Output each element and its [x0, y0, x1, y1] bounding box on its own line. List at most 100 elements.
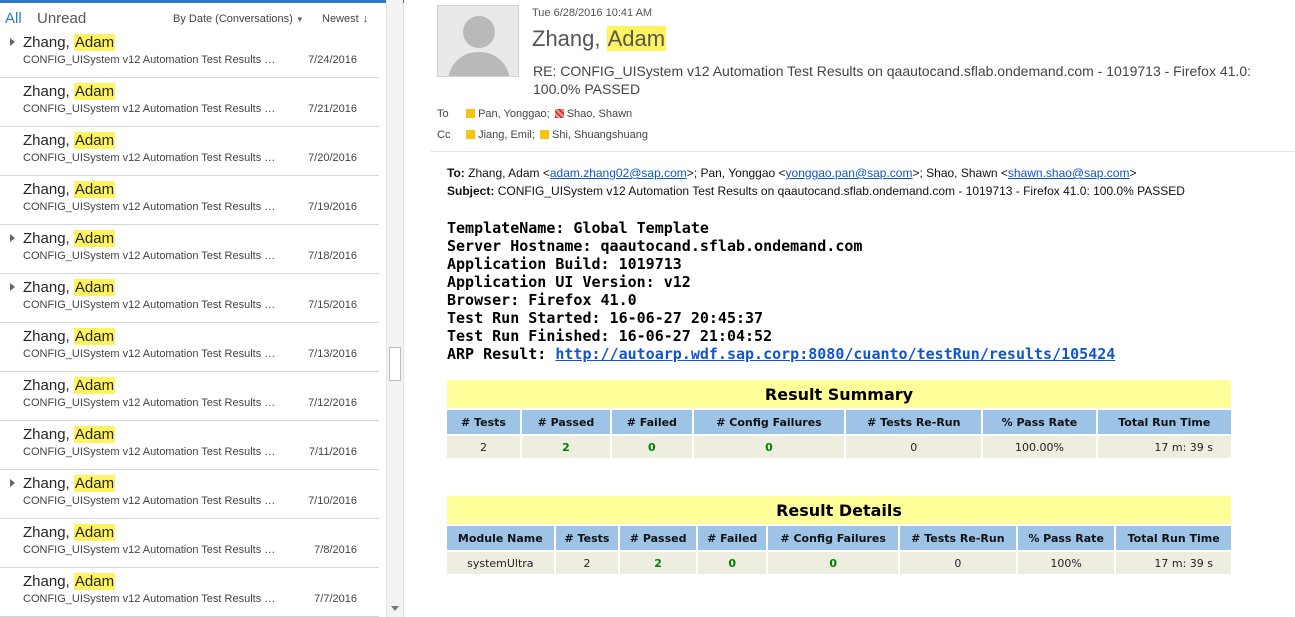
quoted-subject-label: Subject:	[447, 184, 495, 198]
mail-sender: Zhang, Adam	[23, 328, 116, 345]
message-from[interactable]: Zhang, Adam	[532, 26, 667, 52]
recipient[interactable]: Jiang, Emil;	[466, 129, 535, 141]
mail-date: 7/12/2016	[308, 397, 357, 409]
mail-subject: CONFIG_UISystem v12 Automation Test Resu…	[23, 446, 281, 458]
scrollbar-thumb[interactable]	[389, 347, 401, 381]
mail-sender: Zhang, Adam	[23, 524, 116, 541]
info-template: TemplateName: Global Template	[447, 219, 709, 237]
email-link[interactable]: shawn.shao@sap.com	[1008, 166, 1130, 180]
scroll-down-arrow-icon[interactable]	[391, 606, 399, 611]
sort-order-toggle[interactable]: Newest ↓	[322, 13, 368, 25]
recipient-name: Jiang, Emil;	[478, 129, 535, 141]
sort-by-label: By Date (Conversations)	[173, 13, 293, 25]
mail-date: 7/19/2016	[308, 201, 357, 213]
quoted-to-text: >; Pan, Yonggao <	[686, 166, 786, 180]
mail-sender: Zhang, Adam	[23, 132, 116, 149]
mail-subject: CONFIG_UISystem v12 Automation Test Resu…	[23, 250, 281, 262]
mail-sender: Zhang, Adam	[23, 83, 116, 100]
mail-subject: CONFIG_UISystem v12 Automation Test Resu…	[23, 299, 281, 311]
mail-list-item[interactable]: Zhang, Adam CONFIG_UISystem v12 Automati…	[0, 470, 379, 519]
mail-date: 7/8/2016	[314, 544, 357, 556]
cell-config-failures: 0	[768, 552, 898, 574]
from-name: Zhang,	[532, 26, 607, 51]
presence-icon	[466, 130, 476, 139]
mail-list-item[interactable]: Zhang, Adam CONFIG_UISystem v12 Automati…	[0, 568, 379, 617]
info-build: Application Build: 1019713	[447, 255, 682, 273]
sender-highlight: Adam	[73, 230, 116, 247]
mail-list-item[interactable]: Zhang, Adam CONFIG_UISystem v12 Automati…	[0, 372, 379, 421]
to-label: To	[437, 108, 449, 120]
quoted-to-label: To:	[447, 166, 465, 180]
sender-name: Zhang,	[23, 426, 74, 443]
mail-sender: Zhang, Adam	[23, 426, 116, 443]
info-ui-version: Application UI Version: v12	[447, 273, 691, 291]
column-header: % Pass Rate	[1017, 526, 1115, 550]
mail-subject: CONFIG_UISystem v12 Automation Test Resu…	[23, 397, 281, 409]
mail-list-item[interactable]: Zhang, Adam CONFIG_UISystem v12 Automati…	[0, 78, 379, 127]
column-header: # Passed	[521, 410, 610, 434]
mail-subject: CONFIG_UISystem v12 Automation Test Resu…	[23, 544, 281, 556]
list-filter-bar: All Unread By Date (Conversations) ▼ Newe…	[0, 8, 385, 30]
quoted-to-line: To: Zhang, Adam <adam.zhang02@sap.com>; …	[447, 166, 1136, 180]
filter-all-tab[interactable]: All	[5, 10, 22, 27]
sender-highlight: Adam	[73, 34, 116, 51]
mail-sender: Zhang, Adam	[23, 573, 116, 590]
header-divider	[431, 151, 1295, 152]
recipient[interactable]: Shao, Shawn	[554, 108, 632, 120]
sender-name: Zhang,	[23, 34, 74, 51]
arp-result-link[interactable]: http://autoarp.wdf.sap.corp:8080/cuanto/…	[555, 345, 1115, 363]
column-header: # Failed	[697, 526, 767, 550]
list-scrollbar[interactable]	[386, 0, 403, 617]
presence-icon	[466, 109, 476, 118]
summary-title: Result Summary	[447, 380, 1231, 408]
list-accent-line	[0, 0, 404, 3]
quoted-subject-text: CONFIG_UISystem v12 Automation Test Resu…	[497, 184, 1185, 198]
sender-avatar	[437, 5, 519, 77]
mail-date: 7/24/2016	[308, 54, 357, 66]
recipient-name: Pan, Yonggao;	[478, 108, 550, 120]
expand-conversation-icon[interactable]	[10, 283, 15, 291]
sender-name: Zhang,	[23, 328, 74, 345]
summary-header-row: # Tests # Passed # Failed # Config Failu…	[447, 410, 1231, 434]
cell-passed: 2	[521, 436, 610, 458]
sender-highlight: Adam	[73, 279, 116, 296]
mail-list-item[interactable]: Zhang, Adam CONFIG_UISystem v12 Automati…	[0, 421, 379, 470]
to-recipients-row: To Pan, Yonggao; Shao, Shawn	[437, 108, 634, 120]
mail-list-item[interactable]: Zhang, Adam CONFIG_UISystem v12 Automati…	[0, 29, 379, 78]
column-header: # Config Failures	[768, 526, 898, 550]
column-header: # Tests Re-Run	[846, 410, 982, 434]
sort-by-dropdown[interactable]: By Date (Conversations) ▼	[173, 13, 304, 25]
mail-date: 7/20/2016	[308, 152, 357, 164]
arp-label: ARP Result:	[447, 345, 556, 363]
expand-conversation-icon[interactable]	[10, 479, 15, 487]
mail-subject: CONFIG_UISystem v12 Automation Test Resu…	[23, 495, 281, 507]
sender-name: Zhang,	[23, 573, 74, 590]
mail-list-item[interactable]: Zhang, Adam CONFIG_UISystem v12 Automati…	[0, 225, 379, 274]
sender-name: Zhang,	[23, 132, 74, 149]
email-link[interactable]: yonggao.pan@sap.com	[786, 166, 913, 180]
expand-conversation-icon[interactable]	[10, 38, 15, 46]
cell-pass-rate: 100.00%	[983, 436, 1096, 458]
mail-date: 7/15/2016	[308, 299, 357, 311]
quoted-to-text: >	[1129, 166, 1137, 180]
mail-list-item[interactable]: Zhang, Adam CONFIG_UISystem v12 Automati…	[0, 127, 379, 176]
email-link[interactable]: adam.zhang02@sap.com	[550, 166, 687, 180]
mail-sender: Zhang, Adam	[23, 34, 116, 51]
avatar-head-shape	[463, 16, 495, 48]
info-finished: Test Run Finished: 16-06-27 21:04:52	[447, 327, 773, 345]
info-started: Test Run Started: 16-06-27 20:45:37	[447, 309, 764, 327]
mail-list-item[interactable]: Zhang, Adam CONFIG_UISystem v12 Automati…	[0, 519, 379, 568]
sender-name: Zhang,	[23, 524, 74, 541]
mail-list-item[interactable]: Zhang, Adam CONFIG_UISystem v12 Automati…	[0, 323, 379, 372]
mail-list-item[interactable]: Zhang, Adam CONFIG_UISystem v12 Automati…	[0, 176, 379, 225]
filter-unread-tab[interactable]: Unread	[37, 10, 86, 27]
mail-list-item[interactable]: Zhang, Adam CONFIG_UISystem v12 Automati…	[0, 274, 379, 323]
expand-conversation-icon[interactable]	[10, 234, 15, 242]
mail-sender: Zhang, Adam	[23, 279, 116, 296]
column-header: Total Run Time	[1116, 526, 1231, 550]
table-row: systemUltra 2 2 0 0 0 100% 17 m: 39 s	[447, 552, 1231, 574]
recipient[interactable]: Shi, Shuangshuang	[539, 129, 648, 141]
chevron-down-icon: ▼	[295, 15, 304, 24]
recipient[interactable]: Pan, Yonggao;	[466, 108, 550, 120]
cell-tests: 2	[447, 436, 520, 458]
